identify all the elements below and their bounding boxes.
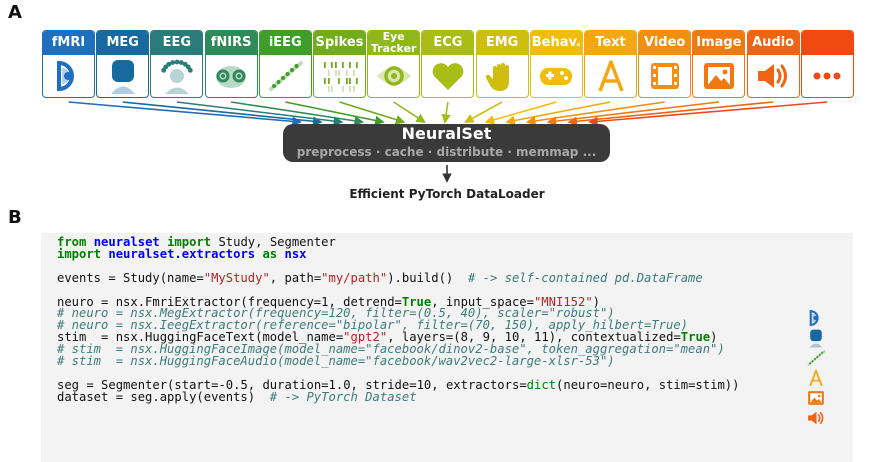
code-token: dataset = seg.apply(events) xyxy=(57,389,270,404)
code-token: events = Study(name= xyxy=(57,270,204,285)
speaker-icon xyxy=(805,408,827,428)
code-line: dataset = seg.apply(events) # -> PyTorch… xyxy=(57,389,739,404)
code-line: # stim = nsx.HuggingFaceAudio(model_name… xyxy=(57,354,739,369)
code-token: dict xyxy=(526,377,557,392)
ieeg-probe-icon xyxy=(805,348,827,368)
neuralset-box: NeuralSet preprocess · cache · distribut… xyxy=(283,124,610,162)
code-token: nsx xyxy=(284,246,307,261)
code-line: events = Study(name="MyStudy", path="my/… xyxy=(57,270,739,285)
fmri-icon xyxy=(805,308,827,328)
code-token: as xyxy=(262,246,278,261)
modality-arrow xyxy=(441,101,451,124)
code-token: # -> self-contained pd.DataFrame xyxy=(467,270,703,285)
code-token: "my/path" xyxy=(321,270,388,285)
code-token: (neuro=neuro, stim=stim)) xyxy=(556,377,740,392)
modality-arrow xyxy=(393,101,426,124)
modality-arrow xyxy=(588,101,828,127)
code-text: from neuralset import Study, Segmenter im… xyxy=(57,236,740,404)
code-token: , path= xyxy=(269,270,322,285)
code-token: import xyxy=(57,246,102,261)
image-icon xyxy=(805,388,827,408)
code-token: ).build() xyxy=(387,270,468,285)
text-a-icon xyxy=(805,368,827,388)
panel-label-b: B xyxy=(8,207,22,228)
side-icon-column xyxy=(805,308,827,428)
code-token: , extractors= xyxy=(431,377,527,392)
code-token: 10 xyxy=(416,377,432,392)
code-token: "MyStudy" xyxy=(203,270,270,285)
neuralset-subtitle: preprocess · cache · distribute · memmap… xyxy=(296,145,597,159)
code-token: # -> PyTorch Dataset xyxy=(269,389,417,404)
modality-arrow xyxy=(122,101,323,127)
code-token: neuralset.extractors xyxy=(108,246,256,261)
modality-arrows xyxy=(68,101,828,183)
dataloader-label: Efficient PyTorch DataLoader xyxy=(349,187,545,201)
code-line: import neuralset.extractors as nsx xyxy=(57,246,739,261)
neuralset-title: NeuralSet xyxy=(401,124,492,143)
code-token: # stim = nsx.HuggingFaceAudio(model_name… xyxy=(57,354,615,369)
meg-head-icon xyxy=(805,328,827,348)
code-block: from neuralset import Study, Segmenter im… xyxy=(41,233,853,462)
